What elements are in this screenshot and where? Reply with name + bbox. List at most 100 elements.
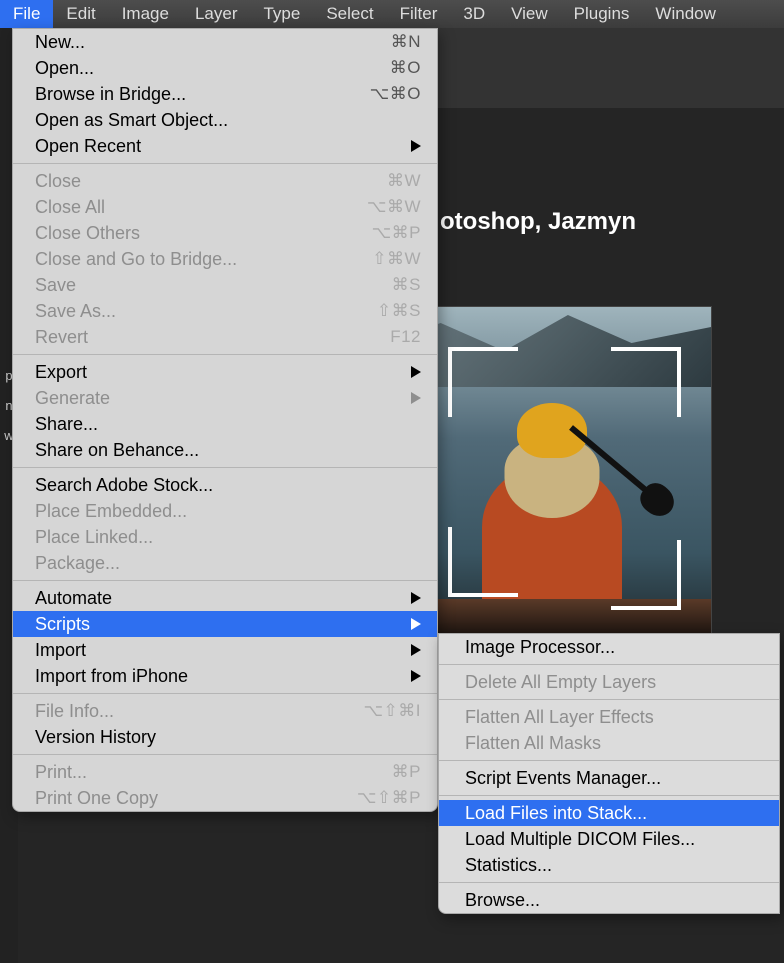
menu-item-shortcut: ⌘W xyxy=(387,171,421,191)
menu-separator xyxy=(13,354,437,355)
file-menu-item-export[interactable]: Export xyxy=(13,359,437,385)
menubar-item-image[interactable]: Image xyxy=(109,0,182,28)
menu-item-label: Save xyxy=(35,275,392,296)
menu-item-label: Import from iPhone xyxy=(35,666,407,687)
menu-separator xyxy=(439,882,779,883)
menubar-item-select[interactable]: Select xyxy=(313,0,386,28)
menu-item-label: Place Embedded... xyxy=(35,501,421,522)
menu-item-shortcut: ⌘S xyxy=(392,275,421,295)
menu-item-label: Close and Go to Bridge... xyxy=(35,249,372,270)
menubar-item-layer[interactable]: Layer xyxy=(182,0,251,28)
file-menu-item-save-as: Save As...⇧⌘S xyxy=(13,298,437,324)
file-menu-item-automate[interactable]: Automate xyxy=(13,585,437,611)
crop-corner-icon xyxy=(448,527,518,597)
file-menu-item-close-and-go-to-bridge: Close and Go to Bridge...⇧⌘W xyxy=(13,246,437,272)
menubar-item-3d[interactable]: 3D xyxy=(450,0,498,28)
file-menu-item-open[interactable]: Open...⌘O xyxy=(13,55,437,81)
file-menu-item-close-others: Close Others⌥⌘P xyxy=(13,220,437,246)
sample-image-thumb[interactable] xyxy=(392,306,712,636)
menu-separator xyxy=(439,664,779,665)
menu-item-shortcut: ⇧⌘W xyxy=(372,249,421,269)
menu-item-shortcut: ⌘N xyxy=(391,32,421,52)
menu-item-label: Automate xyxy=(35,588,407,609)
menubar-item-file[interactable]: File xyxy=(0,0,53,28)
menu-item-label: Delete All Empty Layers xyxy=(465,672,763,693)
scripts-submenu: Image Processor... Delete All Empty Layer… xyxy=(438,633,780,914)
menubar-item-window[interactable]: Window xyxy=(642,0,728,28)
file-menu-item-browse-in-bridge[interactable]: Browse in Bridge...⌥⌘O xyxy=(13,81,437,107)
file-menu-item-search-adobe-stock[interactable]: Search Adobe Stock... xyxy=(13,472,437,498)
menu-item-label: Close Others xyxy=(35,223,372,244)
crop-corner-icon xyxy=(448,347,518,417)
scripts-menu-item-browse[interactable]: Browse... xyxy=(439,887,779,913)
file-menu-item-file-info: File Info...⌥⇧⌘I xyxy=(13,698,437,724)
file-menu-item-place-linked: Place Linked... xyxy=(13,524,437,550)
file-menu-item-close-all: Close All⌥⌘W xyxy=(13,194,437,220)
menu-item-shortcut: F12 xyxy=(390,327,421,347)
menu-item-shortcut: ⌥⇧⌘I xyxy=(363,701,421,721)
file-menu: New...⌘NOpen...⌘OBrowse in Bridge...⌥⌘OO… xyxy=(12,28,438,812)
menubar: FileEditImageLayerTypeSelectFilter3DView… xyxy=(0,0,784,28)
menubar-item-edit[interactable]: Edit xyxy=(53,0,108,28)
scripts-menu-item-image-processor[interactable]: Image Processor... xyxy=(439,634,779,660)
menu-separator xyxy=(13,754,437,755)
file-menu-item-scripts[interactable]: Scripts xyxy=(13,611,437,637)
menubar-item-type[interactable]: Type xyxy=(250,0,313,28)
submenu-arrow-icon xyxy=(407,366,421,378)
menu-item-shortcut: ⌘O xyxy=(390,58,421,78)
menu-item-label: Print One Copy xyxy=(35,788,357,809)
file-menu-item-share-on-behance[interactable]: Share on Behance... xyxy=(13,437,437,463)
scripts-menu-item-load-multiple-dicom-files[interactable]: Load Multiple DICOM Files... xyxy=(439,826,779,852)
file-menu-item-open-as-smart-object[interactable]: Open as Smart Object... xyxy=(13,107,437,133)
menu-separator xyxy=(13,163,437,164)
file-menu-item-print-one-copy: Print One Copy⌥⇧⌘P xyxy=(13,785,437,811)
file-menu-item-import[interactable]: Import xyxy=(13,637,437,663)
scripts-menu-item-flatten-all-layer-effects: Flatten All Layer Effects xyxy=(439,704,779,730)
file-menu-item-open-recent[interactable]: Open Recent xyxy=(13,133,437,159)
menu-separator xyxy=(439,795,779,796)
menu-item-label: Close xyxy=(35,171,387,192)
file-menu-item-share[interactable]: Share... xyxy=(13,411,437,437)
menu-item-label: Revert xyxy=(35,327,390,348)
submenu-arrow-icon xyxy=(407,644,421,656)
menu-item-label: File Info... xyxy=(35,701,363,722)
menu-item-label: Load Multiple DICOM Files... xyxy=(465,829,763,850)
submenu-arrow-icon xyxy=(407,392,421,404)
file-menu-item-generate: Generate xyxy=(13,385,437,411)
menu-separator xyxy=(13,580,437,581)
menu-separator xyxy=(13,693,437,694)
menu-item-label: Statistics... xyxy=(465,855,763,876)
menu-item-label: Package... xyxy=(35,553,421,574)
menu-item-label: Export xyxy=(35,362,407,383)
menubar-item-filter[interactable]: Filter xyxy=(387,0,451,28)
menu-item-label: Script Events Manager... xyxy=(465,768,763,789)
menu-item-label: Share... xyxy=(35,414,421,435)
menu-item-shortcut: ⌥⌘O xyxy=(370,84,421,104)
menu-item-shortcut: ⌥⇧⌘P xyxy=(357,788,421,808)
file-menu-item-import-from-iphone[interactable]: Import from iPhone xyxy=(13,663,437,689)
file-menu-item-version-history[interactable]: Version History xyxy=(13,724,437,750)
menu-item-label: Search Adobe Stock... xyxy=(35,475,421,496)
menu-item-label: New... xyxy=(35,32,391,53)
welcome-heading: otoshop, Jazmyn xyxy=(440,208,636,236)
file-menu-item-place-embedded: Place Embedded... xyxy=(13,498,437,524)
scripts-menu-item-load-files-into-stack[interactable]: Load Files into Stack... xyxy=(439,800,779,826)
menu-item-label: Generate xyxy=(35,388,407,409)
menu-item-label: Open as Smart Object... xyxy=(35,110,421,131)
menu-item-shortcut: ⌥⌘P xyxy=(372,223,421,243)
menu-item-shortcut: ⌘P xyxy=(392,762,421,782)
menu-item-shortcut: ⌥⌘W xyxy=(367,197,421,217)
scripts-menu-item-flatten-all-masks: Flatten All Masks xyxy=(439,730,779,756)
menu-item-label: Open Recent xyxy=(35,136,407,157)
submenu-arrow-icon xyxy=(407,670,421,682)
menu-separator xyxy=(13,467,437,468)
scripts-menu-item-script-events-manager[interactable]: Script Events Manager... xyxy=(439,765,779,791)
menu-item-label: Save As... xyxy=(35,301,377,322)
menubar-item-view[interactable]: View xyxy=(498,0,561,28)
file-menu-item-close: Close⌘W xyxy=(13,168,437,194)
file-menu-item-new[interactable]: New...⌘N xyxy=(13,29,437,55)
menu-item-label: Import xyxy=(35,640,407,661)
menubar-item-plugins[interactable]: Plugins xyxy=(561,0,643,28)
menu-item-label: Close All xyxy=(35,197,367,218)
scripts-menu-item-statistics[interactable]: Statistics... xyxy=(439,852,779,878)
